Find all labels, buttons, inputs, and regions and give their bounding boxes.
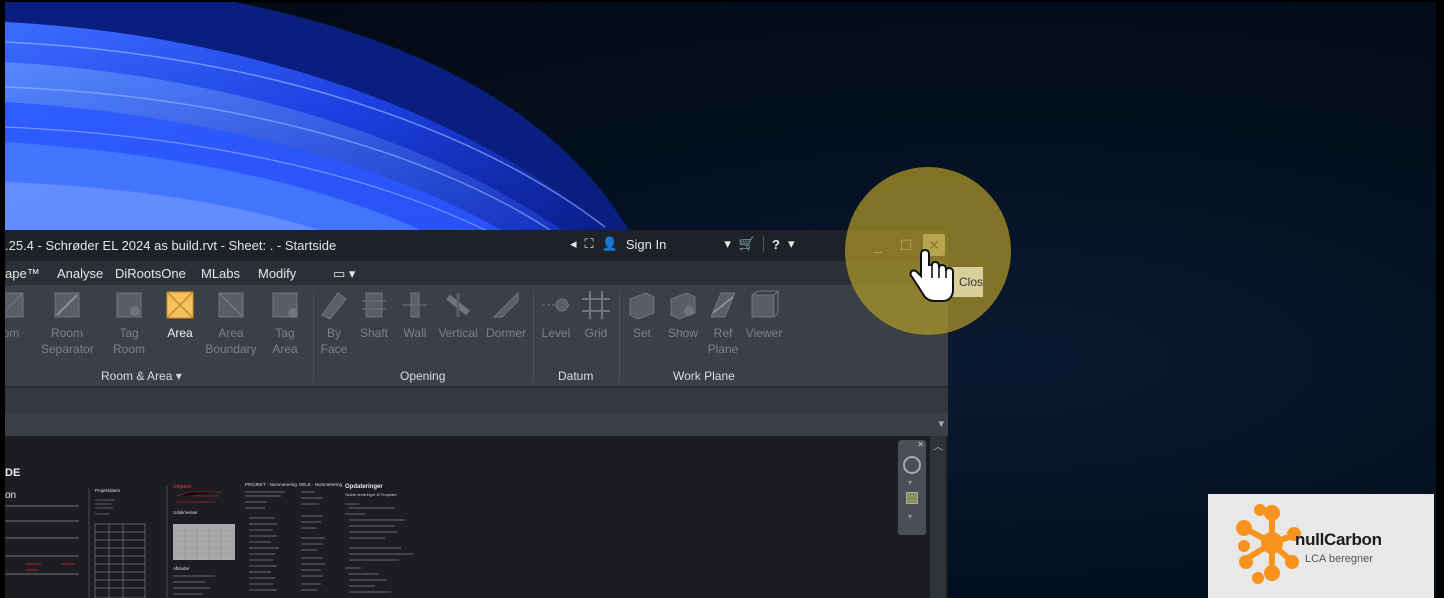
- group-label-opening: Opening: [400, 369, 446, 383]
- chevron-up-icon[interactable]: ︿: [933, 438, 943, 453]
- level-icon: [542, 298, 570, 312]
- area-tool[interactable]: Area: [154, 289, 206, 341]
- room-separator-tool[interactable]: Room Separator: [41, 289, 94, 357]
- title-bar: .25.4 - Schrøder EL 2024 as build.rvt - …: [5, 230, 948, 261]
- video-camera-icon[interactable]: ▭ ▾: [333, 266, 355, 282]
- col6-title: Opdateringer: [345, 484, 383, 490]
- nullcarbon-logo: nullCarbon LCA beregner: [1208, 494, 1434, 598]
- logo-name: nullCarbon: [1295, 530, 1382, 549]
- grid-icon: [582, 291, 610, 319]
- ribbon-tabs: ape™ Analyse DiRootsOne MLabs Modify ▭ ▾: [5, 261, 948, 285]
- hand-pointer-icon: [909, 248, 954, 302]
- tag-room-tool[interactable]: Tag Room: [103, 289, 155, 357]
- cart-icon[interactable]: 🛒: [739, 236, 755, 252]
- title-tools: ◂ ⛶ 👤 Sign In ▾ 🛒 ? ▾: [570, 236, 795, 252]
- group-label-work-plane: Work Plane: [673, 369, 735, 383]
- close-icon[interactable]: ✕: [917, 440, 924, 449]
- dormer-icon: [492, 291, 519, 318]
- screen: .25.4 - Schrøder EL 2024 as build.rvt - …: [5, 2, 1436, 598]
- chevron-down-icon[interactable]: ▾: [908, 478, 912, 487]
- zoom-icon[interactable]: [906, 492, 918, 504]
- grid-tool[interactable]: Grid: [570, 289, 622, 341]
- tab-mlabs[interactable]: MLabs: [201, 266, 240, 281]
- shaft-icon: [362, 292, 386, 318]
- chevron-down-icon[interactable]: ▾: [788, 236, 795, 252]
- room-icon: [5, 292, 24, 318]
- group-label-datum: Datum: [558, 369, 594, 383]
- tab-dirootsone[interactable]: DiRootsOne: [115, 266, 186, 281]
- chevron-down-icon[interactable]: ▾: [938, 417, 944, 430]
- viewer-icon: [751, 290, 780, 318]
- chevron-down-icon[interactable]: ▾: [908, 512, 912, 521]
- col2-title: Projektdaten: [95, 488, 121, 493]
- user-icon[interactable]: 👤: [602, 236, 618, 252]
- col3-title: Udgaver: [173, 484, 192, 490]
- options-bar: [5, 388, 948, 414]
- sign-in-link[interactable]: Sign In: [626, 237, 666, 252]
- dormer-tool[interactable]: Dormer: [480, 289, 532, 341]
- area-boundary-icon: [218, 292, 244, 318]
- vertical-scrollbar[interactable]: ︿: [930, 436, 946, 598]
- chevron-down-icon[interactable]: ▾: [724, 236, 731, 252]
- ref-plane-icon: [710, 292, 736, 318]
- tag-room-icon: [116, 292, 142, 318]
- revit-window: .25.4 - Schrøder EL 2024 as build.rvt - …: [5, 230, 948, 598]
- show-workplane-icon: [670, 292, 696, 320]
- tab-modify[interactable]: Modify: [258, 266, 296, 281]
- area-boundary-tool[interactable]: Area Boundary: [205, 289, 257, 357]
- window-title: .25.4 - Schrøder EL 2024 as build.rvt - …: [5, 238, 337, 253]
- ribbon-panel: om Room Separator Tag Room Area Area Bou…: [5, 285, 948, 387]
- area-icon: [166, 291, 194, 319]
- sheet-sub: on: [5, 490, 16, 501]
- divider: [763, 236, 765, 252]
- steering-wheel-icon[interactable]: [903, 456, 921, 474]
- tab-shape[interactable]: ape™: [5, 266, 40, 281]
- wall-opening-icon: [403, 292, 427, 318]
- col5-title: DELE - Nummerering: [299, 482, 343, 487]
- navigation-bar: ✕ ▾ ▾: [898, 440, 926, 535]
- by-face-icon: [321, 292, 347, 320]
- vertical-opening-icon: [446, 293, 470, 317]
- vertical-opening-tool[interactable]: Vertical: [432, 289, 484, 341]
- tab-analyse[interactable]: Analyse: [57, 266, 103, 281]
- room-separator-icon: [54, 292, 80, 318]
- binoculars-icon[interactable]: ⛶: [585, 236, 594, 252]
- col4-title: PROJEKT - Nummerering: [245, 482, 297, 487]
- set-workplane-icon: [629, 292, 655, 320]
- col6-sub: Sidste ændringer til Template: [345, 492, 398, 497]
- logo-tagline: LCA beregner: [1305, 553, 1373, 565]
- tag-area-icon: [272, 292, 298, 318]
- tag-area-tool[interactable]: Tag Area: [259, 289, 311, 357]
- view-tabs-bar: ▾: [5, 414, 948, 436]
- drawing-canvas[interactable]: DE on Projektdaten Udgaver Udskrivelser: [5, 436, 948, 598]
- group-label-room-area[interactable]: Room & Area ▾: [101, 369, 182, 383]
- sheet-preview: DE on Projektdaten Udgaver Udskrivelser: [5, 467, 413, 598]
- arrow-left-icon[interactable]: ◂: [570, 236, 577, 252]
- col3-sub2: Afkluder: [173, 566, 190, 571]
- help-icon[interactable]: ?: [772, 237, 780, 252]
- sheet-heading: DE: [5, 467, 20, 479]
- col3-sub: Udskrivelser: [173, 510, 198, 515]
- viewer-tool[interactable]: Viewer: [738, 289, 790, 341]
- room-tool[interactable]: om: [5, 289, 37, 341]
